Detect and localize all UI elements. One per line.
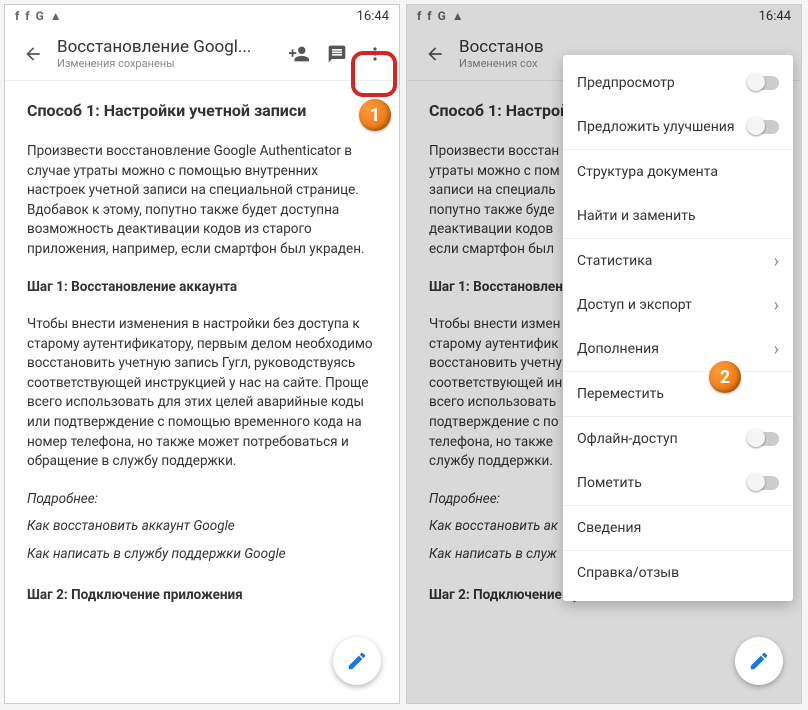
fb-icon: f	[15, 9, 19, 23]
menu-outline[interactable]: Структура документа	[563, 150, 793, 194]
back-button[interactable]	[15, 36, 51, 72]
doc-title: Восстанов	[459, 37, 795, 57]
google-icon: G	[438, 9, 446, 23]
callout-badge-2: 2	[709, 361, 741, 393]
menu-share-export[interactable]: Доступ и экспорт ›	[563, 283, 793, 327]
fb-icon: f	[25, 9, 29, 23]
chevron-right-icon: ›	[774, 295, 779, 316]
toggle-icon[interactable]	[749, 476, 779, 490]
menu-label: Доступ и экспорт	[577, 297, 692, 313]
fb-icon: f	[417, 9, 421, 23]
callout-badge-1: 1	[359, 99, 391, 131]
menu-label: Предложить улучшения	[577, 119, 735, 135]
fb-icon: f	[427, 9, 431, 23]
menu-label: Найти и заменить	[577, 208, 696, 224]
menu-offline[interactable]: Офлайн-доступ	[563, 417, 793, 461]
back-button[interactable]	[417, 36, 453, 72]
phone-left: f f G ▲ 16:44 Восстановление Googl... Из…	[4, 4, 400, 704]
menu-star[interactable]: Пометить	[563, 461, 793, 505]
menu-label: Офлайн-доступ	[577, 431, 678, 447]
menu-label: Статистика	[577, 253, 652, 269]
app-icon: ▲	[50, 9, 62, 23]
menu-label: Пометить	[577, 475, 642, 491]
edit-fab[interactable]	[735, 637, 783, 685]
add-person-button[interactable]	[281, 36, 317, 72]
doc-subtitle: Изменения сохранены	[57, 57, 281, 70]
menu-label: Справка/отзыв	[577, 565, 679, 581]
doc-title: Восстановление Googl...	[57, 37, 281, 57]
menu-help[interactable]: Справка/отзыв	[563, 551, 793, 595]
menu-suggest[interactable]: Предложить улучшения	[563, 105, 793, 149]
chevron-right-icon: ›	[774, 251, 779, 272]
comments-button[interactable]	[319, 36, 355, 72]
link-text: Как восстановить аккаунт Google	[27, 517, 377, 537]
appbar: Восстановление Googl... Изменения сохран…	[5, 27, 399, 81]
menu-stats[interactable]: Статистика ›	[563, 239, 793, 283]
menu-details[interactable]: Сведения	[563, 506, 793, 550]
menu-label: Сведения	[577, 520, 641, 536]
title-block: Восстановление Googl... Изменения сохран…	[57, 37, 281, 70]
menu-find[interactable]: Найти и заменить	[563, 194, 793, 238]
more-label: Подробнее:	[27, 490, 377, 510]
menu-label: Дополнения	[577, 341, 659, 357]
google-icon: G	[36, 9, 44, 23]
step-heading: Шаг 2: Подключение приложения	[27, 586, 377, 606]
menu-label: Предпросмотр	[577, 75, 675, 91]
document-body[interactable]: Способ 1: Настройки учетной записи Произ…	[5, 81, 399, 642]
edit-fab[interactable]	[333, 637, 381, 685]
statusbar: f f G ▲ 16:44	[5, 5, 399, 27]
statusbar: f f G ▲ 16:44	[407, 5, 801, 27]
toggle-icon[interactable]	[749, 76, 779, 90]
callout-box-1	[351, 51, 397, 97]
chevron-right-icon: ›	[774, 339, 779, 360]
clock: 16:44	[357, 9, 389, 24]
step-heading: Шаг 1: Восстановление аккаунта	[27, 278, 377, 298]
phone-right: f f G ▲ 16:44 Восстанов Изменения сох Сп…	[406, 4, 802, 704]
menu-label: Переместить	[577, 386, 664, 402]
toggle-icon[interactable]	[749, 120, 779, 134]
clock: 16:44	[759, 9, 791, 24]
app-icon: ▲	[452, 9, 464, 23]
heading: Способ 1: Настройки учетной записи	[27, 99, 377, 122]
menu-move[interactable]: Переместить	[563, 372, 793, 416]
link-text: Как написать в службу поддержки Google	[27, 545, 377, 565]
toggle-icon[interactable]	[749, 432, 779, 446]
menu-label: Структура документа	[577, 164, 718, 180]
menu-addons[interactable]: Дополнения ›	[563, 327, 793, 371]
overflow-menu: Предпросмотр Предложить улучшения Структ…	[563, 55, 793, 601]
paragraph: Произвести восстановление Google Authent…	[27, 142, 377, 259]
paragraph: Чтобы внести изменения в настройки без д…	[27, 315, 377, 472]
menu-preview[interactable]: Предпросмотр	[563, 61, 793, 105]
